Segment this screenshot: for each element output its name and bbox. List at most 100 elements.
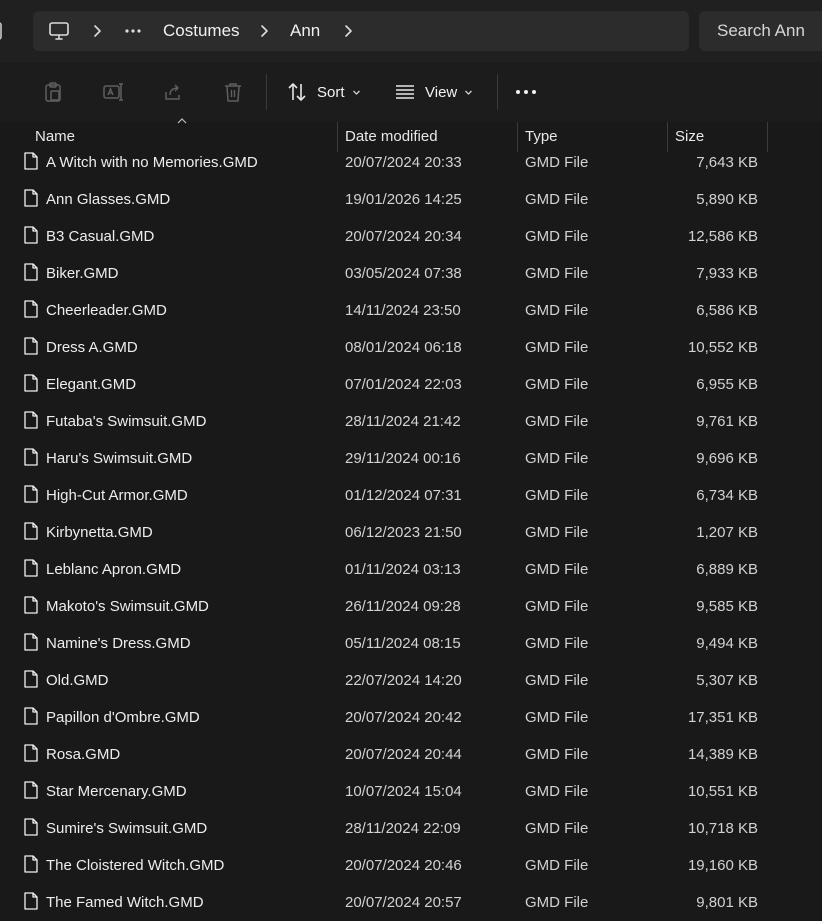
file-type: GMD File: [525, 561, 589, 578]
sort-label: Sort: [317, 83, 345, 101]
file-icon: [24, 744, 38, 762]
view-label: View: [425, 83, 458, 101]
file-name: Leblanc Apron.GMD: [46, 561, 182, 578]
file-row[interactable]: Kirbynetta.GMD 06/12/2023 21:50 GMD File 1,…: [0, 514, 822, 551]
file-type: GMD File: [525, 339, 589, 356]
file-size: 6,734 KB: [696, 487, 758, 504]
file-row[interactable]: Papillon d'Ombre.GMD 20/07/2024 20:42 GMD …: [0, 699, 822, 736]
file-size: 5,890 KB: [696, 191, 758, 208]
file-icon: [24, 374, 38, 392]
file-date-modified: 01/11/2024 03:13: [345, 561, 461, 578]
file-date-modified: 06/12/2023 21:50: [345, 524, 462, 541]
see-more-button[interactable]: [514, 62, 538, 122]
file-size: 9,801 KB: [696, 894, 758, 911]
file-icon: [24, 781, 38, 799]
breadcrumb[interactable]: Costumes Ann: [33, 11, 689, 51]
file-row[interactable]: Ann Glasses.GMD 19/01/2026 14:25 GMD File 5…: [0, 181, 822, 218]
file-type: GMD File: [525, 783, 589, 800]
file-date-modified: 19/01/2026 14:25: [345, 191, 462, 208]
chevron-right-icon[interactable]: [256, 23, 272, 39]
paste-button[interactable]: [42, 62, 64, 122]
file-row[interactable]: Old.GMD 22/07/2024 14:20 GMD File 5,307 KB: [0, 662, 822, 699]
file-row[interactable]: Futaba's Swimsuit.GMD 28/11/2024 21:42 GMD…: [0, 403, 822, 440]
file-type: GMD File: [525, 450, 589, 467]
file-size: 9,585 KB: [696, 598, 758, 615]
file-size: 10,552 KB: [687, 339, 758, 356]
file-type: GMD File: [525, 302, 589, 319]
file-size: 9,761 KB: [696, 413, 758, 430]
file-icon: [24, 707, 38, 725]
chevron-right-icon[interactable]: [89, 23, 105, 39]
file-row[interactable]: Sumire's Swimsuit.GMD 28/11/2024 22:09 GMD…: [0, 810, 822, 847]
file-row[interactable]: The Famed Witch.GMD 20/07/2024 20:57 GMD F…: [0, 884, 822, 921]
file-name: Sumire's Swimsuit.GMD: [46, 820, 208, 837]
file-date-modified: 28/11/2024 21:42: [345, 413, 461, 430]
file-date-modified: 20/07/2024 20:34: [345, 228, 462, 245]
chevron-down-icon: [352, 90, 360, 95]
file-date-modified: 08/01/2024 06:18: [345, 339, 462, 356]
share-icon: [165, 84, 180, 100]
rename-button[interactable]: [102, 62, 124, 122]
file-date-modified: 28/11/2024 22:09: [345, 820, 461, 837]
file-icon: [24, 189, 38, 207]
file-size: 9,696 KB: [696, 450, 758, 467]
file-icon: [24, 855, 38, 873]
file-date-modified: 26/11/2024 09:28: [345, 598, 461, 615]
file-type: GMD File: [525, 524, 589, 541]
file-row[interactable]: High-Cut Armor.GMD 01/12/2024 07:31 GMD Fi…: [0, 477, 822, 514]
file-type: GMD File: [525, 228, 589, 245]
file-row[interactable]: B3 Casual.GMD 20/07/2024 20:34 GMD File 12,…: [0, 218, 822, 255]
monitor-icon[interactable]: [48, 20, 70, 42]
breadcrumb-item-ann[interactable]: Ann: [290, 11, 320, 51]
file-icon: [24, 263, 38, 281]
file-type: GMD File: [525, 857, 589, 874]
address-bar-region: Costumes Ann Search Ann: [0, 0, 822, 62]
file-type: GMD File: [525, 265, 589, 282]
file-size: 10,551 KB: [687, 783, 758, 800]
file-date-modified: 22/07/2024 14:20: [345, 672, 462, 689]
file-row[interactable]: Rosa.GMD 20/07/2024 20:44 GMD File 14,389 K…: [0, 736, 822, 773]
toolbar-divider: [266, 74, 267, 110]
view-list-icon: [396, 85, 414, 99]
sort-ascending-icon: [177, 118, 187, 124]
toolbar-divider: [497, 74, 498, 110]
search-input[interactable]: Search Ann: [699, 11, 822, 51]
file-icon: [24, 892, 38, 910]
share-button[interactable]: [162, 62, 184, 122]
breadcrumb-item-costumes[interactable]: Costumes: [163, 11, 240, 51]
sort-button[interactable]: Sort: [286, 62, 361, 122]
file-row[interactable]: The Cloistered Witch.GMD 20/07/2024 20:46…: [0, 847, 822, 884]
file-date-modified: 20/07/2024 20:46: [345, 857, 462, 874]
file-row[interactable]: Namine's Dress.GMD 05/11/2024 08:15 GMD Fi…: [0, 625, 822, 662]
file-name: Makoto's Swimsuit.GMD: [46, 598, 209, 615]
file-type: GMD File: [525, 413, 589, 430]
file-row[interactable]: A Witch with no Memories.GMD 20/07/2024 2…: [0, 144, 822, 181]
file-size: 5,307 KB: [696, 672, 758, 689]
file-row[interactable]: Haru's Swimsuit.GMD 29/11/2024 00:16 GMD F…: [0, 440, 822, 477]
file-type: GMD File: [525, 894, 589, 911]
chevron-right-icon[interactable]: [340, 23, 356, 39]
ellipsis-icon[interactable]: [124, 23, 142, 39]
file-icon: [24, 448, 38, 466]
file-row[interactable]: Makoto's Swimsuit.GMD 26/11/2024 09:28 GMD…: [0, 588, 822, 625]
file-type: GMD File: [525, 487, 589, 504]
file-size: 1,207 KB: [696, 524, 758, 541]
file-icon: [24, 152, 38, 170]
file-row[interactable]: Biker.GMD 03/05/2024 07:38 GMD File 7,933 K…: [0, 255, 822, 292]
view-button[interactable]: View: [394, 62, 473, 122]
file-row[interactable]: Star Mercenary.GMD 10/07/2024 15:04 GMD Fi…: [0, 773, 822, 810]
file-type: GMD File: [525, 598, 589, 615]
file-row[interactable]: Dress A.GMD 08/01/2024 06:18 GMD File 10,55…: [0, 329, 822, 366]
file-row[interactable]: Leblanc Apron.GMD 01/11/2024 03:13 GMD Fil…: [0, 551, 822, 588]
delete-button[interactable]: [222, 62, 244, 122]
file-size: 7,643 KB: [696, 154, 758, 171]
file-icon: [24, 670, 38, 688]
file-name: Rosa.GMD: [46, 746, 121, 763]
file-date-modified: 03/05/2024 07:38: [345, 265, 462, 282]
file-name: A Witch with no Memories.GMD: [46, 154, 258, 171]
file-row[interactable]: Elegant.GMD 07/01/2024 22:03 GMD File 6,955…: [0, 366, 822, 403]
file-type: GMD File: [525, 672, 589, 689]
command-bar: Sort View: [0, 62, 822, 123]
cut-icon[interactable]: [0, 85, 4, 99]
file-row[interactable]: Cheerleader.GMD 14/11/2024 23:50 GMD File 6…: [0, 292, 822, 329]
